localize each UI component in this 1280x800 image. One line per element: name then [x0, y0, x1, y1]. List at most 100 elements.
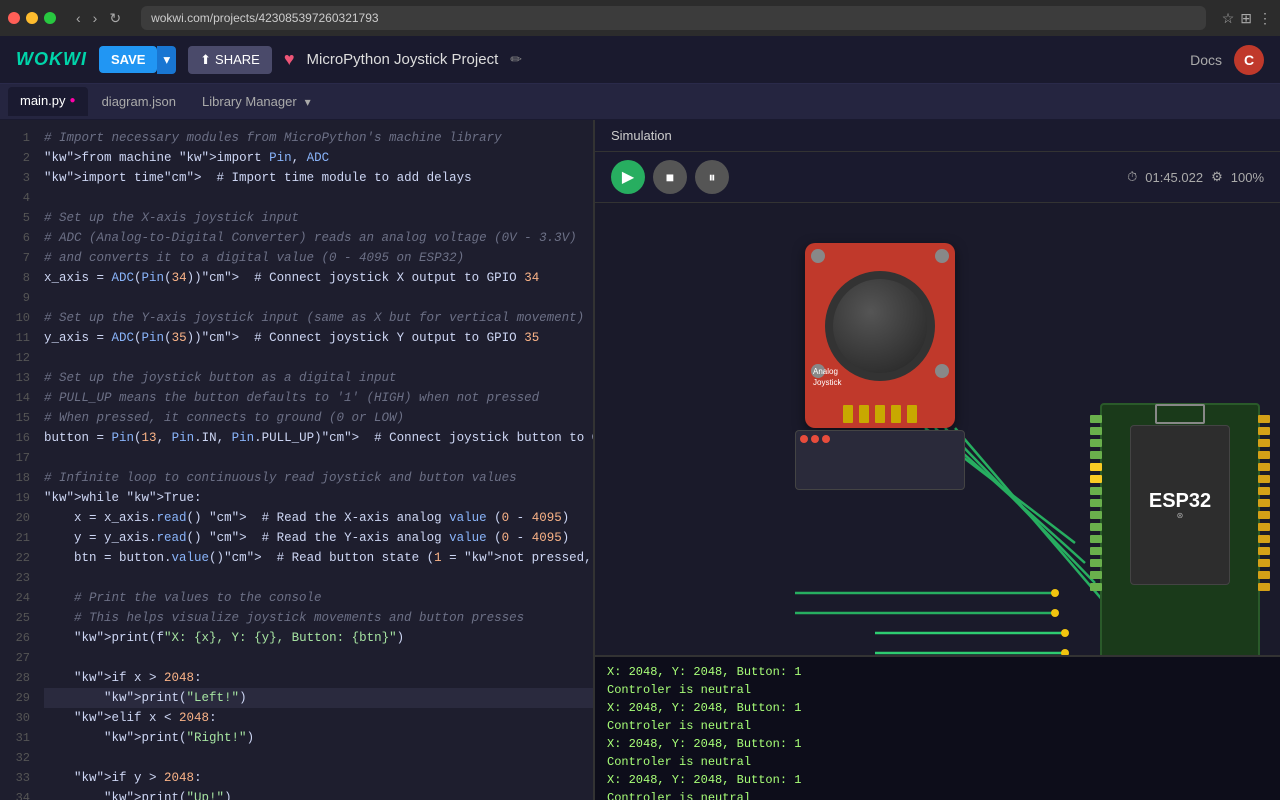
tab-label: Library Manager — [202, 94, 297, 109]
esp32-antenna — [1155, 404, 1205, 424]
simulation-controls: ▶ ■ ⏸ ⏱ 01:45.022 ⚙ 100% — [595, 152, 1280, 203]
joystick-board: Analog Joystick — [805, 243, 955, 428]
favorite-button[interactable]: ♥ — [284, 49, 295, 70]
esp-pin-r3 — [1258, 439, 1270, 447]
esp-pin-r8 — [1258, 499, 1270, 507]
esp-pin-l9 — [1090, 511, 1102, 519]
joystick-pin-2 — [859, 405, 869, 423]
esp-pin-l15 — [1090, 583, 1102, 591]
esp-pin-r4 — [1258, 451, 1270, 459]
joystick-pins — [843, 405, 917, 423]
browser-icons: ☆ ⊞ ⋮ — [1222, 10, 1272, 27]
tab-library-manager[interactable]: Library Manager ▾ — [190, 85, 327, 119]
simulation-header: Simulation — [595, 120, 1280, 152]
esp-pin-l4 — [1090, 451, 1102, 459]
esp-pin-r11 — [1258, 535, 1270, 543]
code-lines[interactable]: # Import necessary modules from MicroPyt… — [36, 120, 593, 800]
save-button[interactable]: SAVE — [99, 46, 157, 73]
esp-pin-r6 — [1258, 475, 1270, 483]
joystick-pin-5 — [907, 405, 917, 423]
esp32-sublabel: ⊛ — [1177, 511, 1184, 520]
console-content: X: 2048, Y: 2048, Button: 1Controler is … — [595, 657, 1280, 800]
esp32-module: ESP32 ⊛ — [1130, 425, 1230, 585]
esp-pin-r7 — [1258, 487, 1270, 495]
stop-button[interactable]: ■ — [653, 160, 687, 194]
esp-pin-r2 — [1258, 427, 1270, 435]
esp-pin-l10 — [1090, 523, 1102, 531]
url-text: wokwi.com/projects/423085397260321793 — [151, 11, 379, 25]
time-display: 01:45.022 — [1145, 170, 1203, 185]
joystick-cap[interactable] — [825, 271, 935, 381]
simulation-time: ⏱ 01:45.022 ⚙ 100% — [1127, 169, 1264, 185]
esp-pin-r12 — [1258, 547, 1270, 555]
docs-button[interactable]: Docs — [1190, 52, 1222, 68]
address-bar[interactable]: wokwi.com/projects/423085397260321793 — [141, 6, 1206, 30]
user-avatar[interactable]: C — [1234, 45, 1264, 75]
joystick-label: Analog Joystick — [813, 367, 841, 388]
close-button[interactable] — [8, 12, 20, 24]
misc-component — [795, 430, 965, 490]
tab-diagram-json[interactable]: diagram.json — [90, 88, 188, 115]
esp-pin-l13 — [1090, 559, 1102, 567]
joystick-pin-3 — [875, 405, 885, 423]
console-line: X: 2048, Y: 2048, Button: 1 — [607, 663, 1268, 681]
esp-pin-r5 — [1258, 463, 1270, 471]
esp-pin-l5 — [1090, 463, 1102, 471]
tab-main-py[interactable]: main.py ● — [8, 87, 88, 116]
play-button[interactable]: ▶ — [611, 160, 645, 194]
console-line: X: 2048, Y: 2048, Button: 1 — [607, 699, 1268, 717]
extensions-icon[interactable]: ⊞ — [1240, 10, 1252, 27]
main-layout: 1234567891011121314151617181920212223242… — [0, 120, 1280, 800]
esp-pin-l3 — [1090, 439, 1102, 447]
console-line: Controler is neutral — [607, 681, 1268, 699]
joystick-corner-br — [935, 364, 949, 378]
console-line: Controler is neutral — [607, 753, 1268, 771]
joystick-corner-tl — [811, 249, 825, 263]
console-line: X: 2048, Y: 2048, Button: 1 — [607, 771, 1268, 789]
library-manager-arrow[interactable]: ▾ — [301, 91, 315, 113]
joystick-pin-4 — [891, 405, 901, 423]
minimize-button[interactable] — [26, 12, 38, 24]
app-bar: WOKWI SAVE ▾ ⬆ SHARE ♥ MicroPython Joyst… — [0, 36, 1280, 84]
esp-pin-r10 — [1258, 523, 1270, 531]
simulation-tab[interactable]: Simulation — [611, 128, 672, 143]
esp32-label: ESP32 — [1149, 491, 1211, 511]
tab-label: diagram.json — [102, 94, 176, 109]
clock-icon: ⏱ — [1127, 169, 1137, 185]
code-content[interactable]: 1234567891011121314151617181920212223242… — [0, 120, 593, 800]
edit-title-icon[interactable]: ✏ — [510, 51, 522, 68]
menu-icon[interactable]: ⋮ — [1258, 10, 1272, 27]
esp32-component: ESP32 ⊛ Boot EN — [1100, 403, 1260, 655]
traffic-lights — [8, 12, 56, 24]
esp-pin-r9 — [1258, 511, 1270, 519]
esp-pin-r13 — [1258, 559, 1270, 567]
wokwi-logo: WOKWI — [16, 49, 87, 70]
esp-pin-l11 — [1090, 535, 1102, 543]
esp-pin-l1 — [1090, 415, 1102, 423]
line-numbers: 1234567891011121314151617181920212223242… — [0, 120, 36, 800]
back-button[interactable]: ‹ — [72, 8, 85, 28]
pause-button[interactable]: ⏸ — [695, 160, 729, 194]
esp-pin-l2 — [1090, 427, 1102, 435]
joystick-pin-1 — [843, 405, 853, 423]
share-icon: ⬆ — [200, 52, 211, 68]
esp32-pins-right — [1258, 415, 1270, 591]
bookmark-icon[interactable]: ☆ — [1222, 10, 1235, 27]
save-dropdown-button[interactable]: ▾ — [157, 46, 176, 74]
esp32-board: ESP32 ⊛ Boot EN — [1100, 403, 1260, 655]
joystick-corner-tr — [935, 249, 949, 263]
esp-pin-l12 — [1090, 547, 1102, 555]
forward-button[interactable]: › — [89, 8, 102, 28]
esp-pin-l6 — [1090, 475, 1102, 483]
reload-button[interactable]: ↻ — [105, 8, 125, 29]
simulation-panel: Simulation ▶ ■ ⏸ ⏱ 01:45.022 ⚙ 100% — [595, 120, 1280, 800]
console-line: Controler is neutral — [607, 717, 1268, 735]
browser-nav: ‹ › ↻ — [72, 8, 125, 29]
esp-pin-r15 — [1258, 583, 1270, 591]
share-button[interactable]: ⬆ SHARE — [188, 46, 272, 74]
console-line: Controler is neutral — [607, 789, 1268, 800]
maximize-button[interactable] — [44, 12, 56, 24]
esp-pin-r14 — [1258, 571, 1270, 579]
serial-console: X: 2048, Y: 2048, Button: 1Controler is … — [595, 655, 1280, 800]
circuit-canvas[interactable]: Analog Joystick — [595, 203, 1280, 655]
